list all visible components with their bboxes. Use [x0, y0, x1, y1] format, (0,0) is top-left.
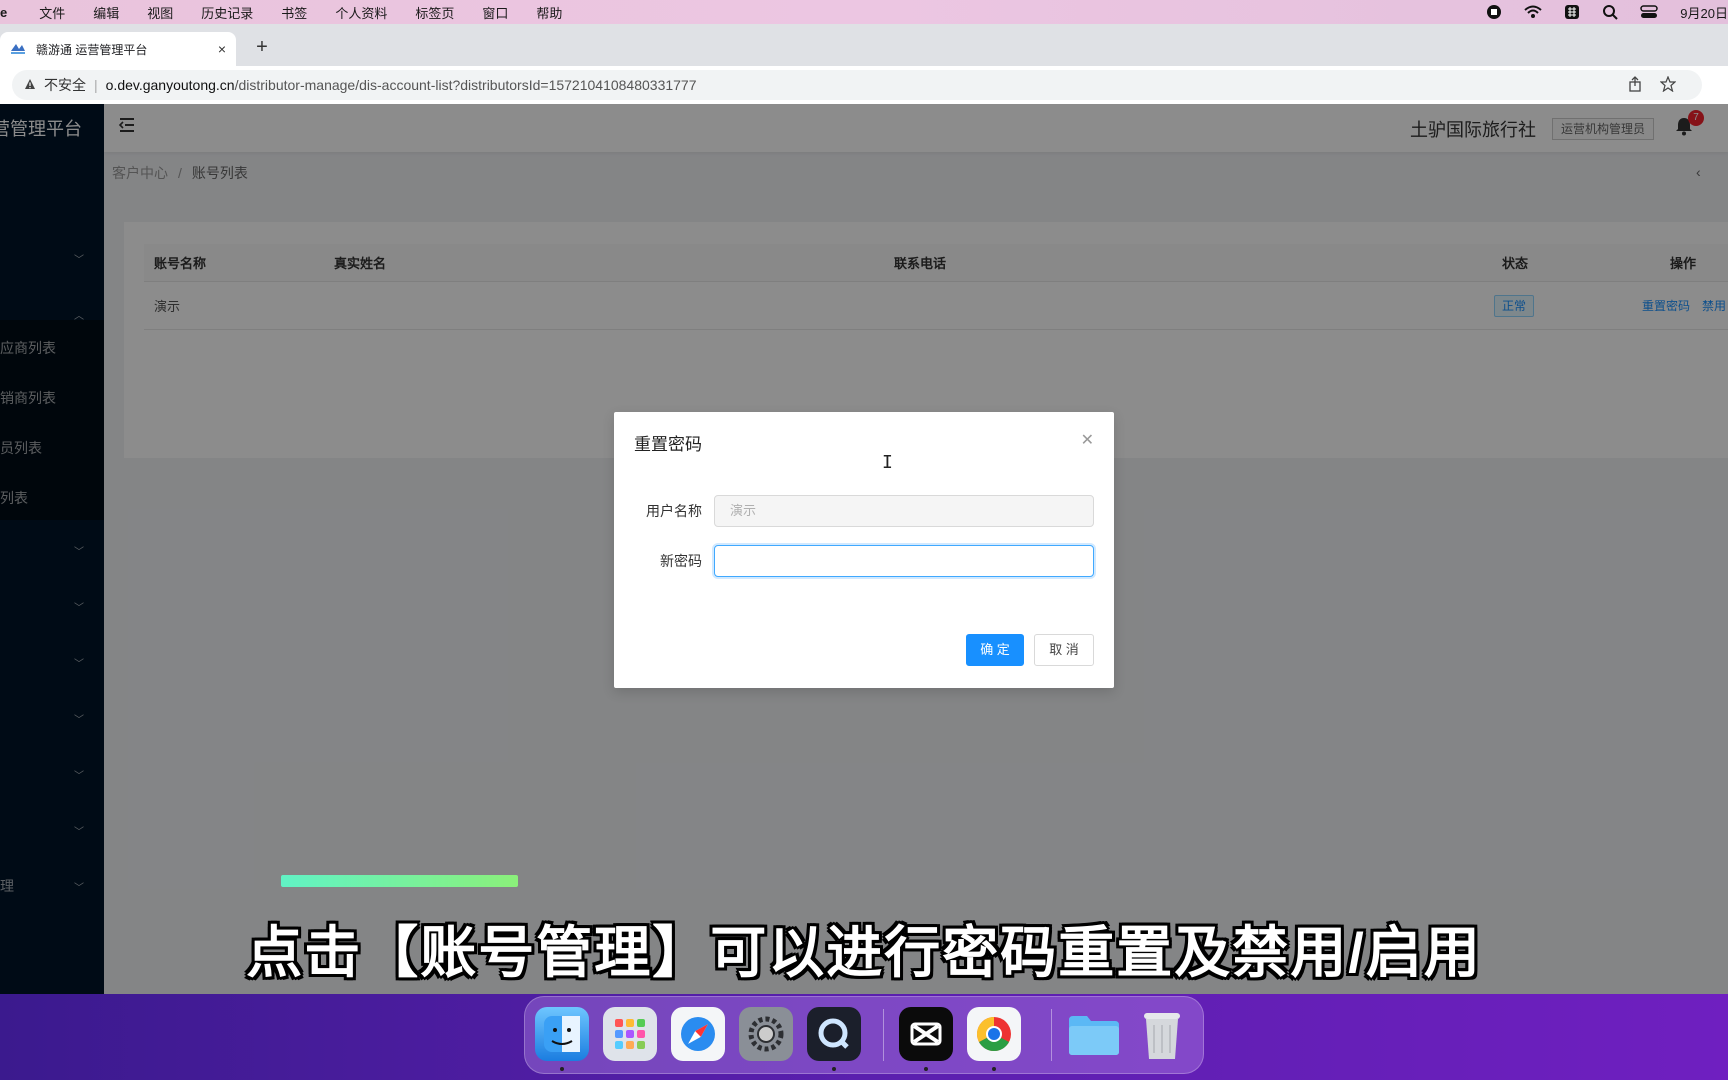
input-method-icon[interactable] [1564, 4, 1580, 20]
chrome-icon[interactable] [967, 1007, 1021, 1061]
username-field: 演示 [714, 495, 1094, 527]
menu-bookmarks[interactable]: 书签 [267, 3, 321, 22]
address-bar[interactable]: 不安全 | o.dev.ganyoutong.cn /distributor-m… [12, 70, 1702, 100]
finder-icon[interactable] [535, 1007, 589, 1061]
running-indicator [992, 1067, 996, 1071]
bookmark-star-icon[interactable] [1659, 74, 1677, 95]
app-area: 营管理平台 中心﹀ 中心︿ 供应商列表 分销商列表 人员列表 账号列表 中心﹀ … [0, 104, 1728, 994]
menu-file[interactable]: 文件 [25, 3, 79, 22]
username-label: 用户名称 [646, 503, 702, 519]
safari-icon[interactable] [671, 1007, 725, 1061]
running-indicator [832, 1067, 836, 1071]
tab-close-icon[interactable]: × [218, 41, 226, 57]
text-cursor-icon: I [882, 452, 893, 473]
menu-help[interactable]: 帮助 [522, 3, 576, 22]
menu-edit[interactable]: 编辑 [79, 3, 133, 22]
confirm-button[interactable]: 确 定 [966, 634, 1024, 666]
password-row: 新密码 [614, 545, 1114, 577]
search-icon[interactable] [1602, 4, 1619, 20]
modal-title: 重置密码 [634, 435, 702, 454]
app-menu[interactable]: e [0, 5, 25, 20]
capcut-icon[interactable] [899, 1007, 953, 1061]
trash-icon[interactable] [1135, 1007, 1189, 1061]
browser-tab[interactable]: 赣游通 运营管理平台 × [0, 32, 236, 66]
clock-date[interactable]: 9月20日 [1680, 3, 1728, 22]
status-area: 9月20日 [1486, 0, 1728, 24]
record-icon[interactable] [1486, 4, 1502, 20]
progress-bar [281, 875, 518, 887]
address-separator: | [94, 77, 98, 93]
warning-icon[interactable] [24, 78, 36, 93]
address-bar-area: 不安全 | o.dev.ganyoutong.cn /distributor-m… [0, 66, 1728, 104]
menu-tab[interactable]: 标签页 [401, 3, 468, 22]
menu-profile[interactable]: 个人资料 [321, 3, 401, 22]
launchpad-icon[interactable] [603, 1007, 657, 1061]
running-indicator [924, 1067, 928, 1071]
tab-title: 赣游通 运营管理平台 [36, 42, 148, 57]
username-row: 用户名称 演示 [614, 495, 1114, 527]
browser-tab-strip: 赣游通 运营管理平台 × + [0, 24, 1728, 66]
system-settings-icon[interactable] [739, 1007, 793, 1061]
close-icon[interactable]: ✕ [1081, 430, 1094, 450]
menu-history[interactable]: 历史记录 [187, 3, 267, 22]
address-actions [1628, 70, 1677, 100]
macos-menu-bar: e 文件 编辑 视图 历史记录 书签 个人资料 标签页 窗口 帮助 9月20日 [0, 0, 1728, 24]
wifi-icon[interactable] [1524, 5, 1542, 19]
share-icon[interactable] [1628, 75, 1642, 95]
password-label: 新密码 [660, 553, 702, 569]
site-favicon-icon [10, 41, 26, 57]
dock-divider [883, 1009, 884, 1061]
running-indicator [560, 1067, 564, 1071]
quicktime-icon[interactable] [807, 1007, 861, 1061]
dock [524, 996, 1204, 1074]
insecure-label[interactable]: 不安全 [44, 75, 86, 95]
url-host: o.dev.ganyoutong.cn [105, 77, 235, 93]
dock-divider [1051, 1009, 1052, 1061]
menu-view[interactable]: 视图 [133, 3, 187, 22]
reset-password-modal: 重置密码 ✕ 用户名称 演示 新密码 确 定 取 消 [614, 412, 1114, 688]
new-password-input[interactable] [714, 545, 1094, 577]
control-center-icon[interactable] [1640, 5, 1659, 19]
new-tab-button[interactable]: + [250, 36, 274, 59]
video-caption: 点击【账号管理】可以进行密码重置及禁用/启用 [246, 921, 1482, 984]
url-path: /distributor-manage/dis-account-list?dis… [234, 77, 697, 93]
folder-icon[interactable] [1067, 1007, 1121, 1061]
menu-items: e 文件 编辑 视图 历史记录 书签 个人资料 标签页 窗口 帮助 [0, 3, 576, 22]
menu-window[interactable]: 窗口 [468, 3, 522, 22]
cancel-button[interactable]: 取 消 [1034, 634, 1094, 666]
